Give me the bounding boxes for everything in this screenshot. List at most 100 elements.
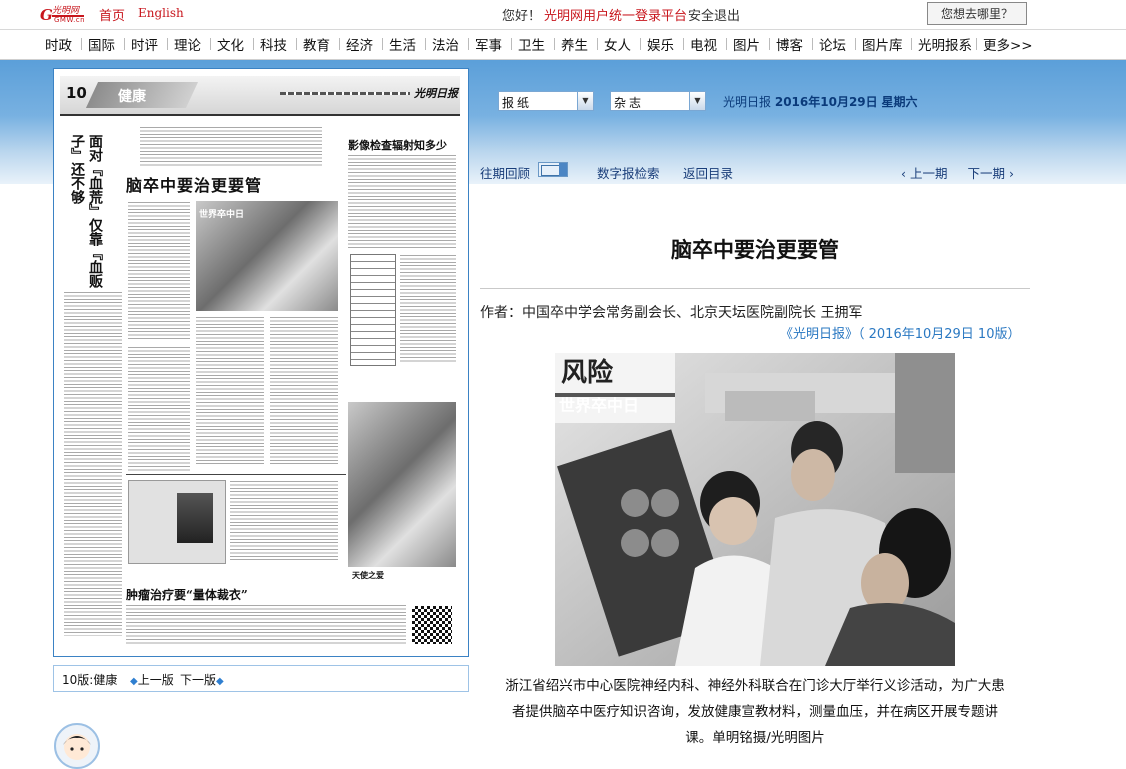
channel-13[interactable]: 女人 (604, 34, 631, 54)
side-column-text (64, 291, 122, 636)
channel-3[interactable]: 理论 (174, 34, 201, 54)
newspaper-page-image[interactable]: 10 健康 光明日报 面对『血荒』仅靠『血贩子』还不够 脑卒中要治更要管 世界卒… (60, 76, 460, 650)
channel-1[interactable]: 国际 (88, 34, 115, 54)
channel-separator (382, 38, 383, 50)
channel-18[interactable]: 论坛 (819, 34, 846, 54)
right-headline: 影像检查辐射知多少 (348, 139, 447, 152)
dropdown-arrow-icon (559, 163, 567, 176)
channel-15[interactable]: 电视 (690, 34, 717, 54)
channel-separator (640, 38, 641, 50)
channel-separator (597, 38, 598, 50)
article-author: 作者：中国卒中学会常务副会长、北京天坛医院副院长 王拥军 (480, 305, 863, 321)
logout-link[interactable]: 安全退出 (688, 5, 740, 24)
portrait-photo (177, 493, 213, 543)
channel-separator (210, 38, 211, 50)
channel-7[interactable]: 经济 (346, 34, 373, 54)
channel-separator (167, 38, 168, 50)
main-text-col3 (196, 316, 264, 466)
main-text-col1 (128, 201, 190, 341)
channel-separator (769, 38, 770, 50)
next-page-label: 下一版 (180, 673, 217, 687)
photo-banner-1: 风险 (561, 357, 614, 388)
channel-separator (296, 38, 297, 50)
channel-16[interactable]: 图片 (733, 34, 760, 54)
lower-text (230, 480, 338, 562)
header-rule (60, 114, 460, 116)
chevron-left-icon: ‹ (901, 166, 910, 181)
nurse-photo-thumb (348, 402, 456, 567)
magazine-select-value: 杂志 (614, 96, 645, 110)
avatar-icon[interactable] (54, 723, 100, 769)
english-link[interactable]: English (138, 6, 184, 20)
channel-6[interactable]: 教育 (303, 34, 330, 54)
channel-separator (253, 38, 254, 50)
channel-21[interactable]: 更多>> (983, 34, 1033, 54)
channel-separator (683, 38, 684, 50)
arrow-right-icon: ◆ (216, 676, 224, 687)
right-text-top (348, 154, 456, 249)
where-to-go-button[interactable]: 您想去哪里？ (927, 2, 1027, 25)
channel-12[interactable]: 养生 (561, 34, 588, 54)
channel-0[interactable]: 时政 (45, 34, 72, 54)
back-to-index-link[interactable]: 返回目录 (683, 163, 733, 182)
page-number: 10 (66, 84, 87, 102)
right-text-mid (400, 254, 456, 364)
channel-separator (911, 38, 912, 50)
channel-8[interactable]: 生活 (389, 34, 416, 54)
calendar-square (541, 165, 561, 176)
bottom-text (126, 604, 406, 646)
calendar-icon[interactable] (538, 162, 568, 177)
article-photo: 风险 世界卒中日 (555, 353, 955, 666)
prev-page-link[interactable]: ◆上一版 (130, 671, 174, 688)
channel-4[interactable]: 文化 (217, 34, 244, 54)
article-source[interactable]: 《光明日报》（ 2016年10月29日 10版） (780, 323, 1020, 342)
chevron-down-icon: ▼ (577, 92, 593, 110)
login-link[interactable]: 光明网用户统一登录平台 (544, 5, 687, 24)
prev-page-label: 上一版 (137, 673, 174, 687)
newspaper-select[interactable]: 报纸 ▼ (498, 91, 594, 111)
channel-11[interactable]: 卫生 (518, 34, 545, 54)
masthead-logo: 光明日报 (414, 87, 458, 100)
channel-20[interactable]: 光明报系 (918, 34, 972, 54)
channel-19[interactable]: 图片库 (862, 34, 903, 54)
magazine-select[interactable]: 杂志 ▼ (610, 91, 706, 111)
digital-search-link[interactable]: 数字报检索 (597, 163, 660, 182)
channel-14[interactable]: 娱乐 (647, 34, 674, 54)
logo-g: G (40, 6, 53, 24)
channel-17[interactable]: 博客 (776, 34, 803, 54)
home-link[interactable]: 首页 (99, 5, 125, 24)
channel-separator (468, 38, 469, 50)
section-title: 健康 (118, 89, 146, 105)
issue-date: 2016年10月29日 (774, 95, 878, 109)
main-photo-thumb: 世界卒中日 (196, 201, 338, 311)
main-text-col4 (270, 316, 338, 466)
channel-separator (855, 38, 856, 50)
chevron-right-icon: › (1004, 166, 1014, 181)
channel-nav: 时政 国际 时评 理论 文化 科技 教育 经济 生活 法治 军事 卫生 养生 女人 娱乐 电视 图片 博客 论坛 图片… (0, 30, 1126, 60)
prev-issue-link[interactable]: 上一期 (910, 166, 948, 181)
main-text-col2 (128, 346, 190, 471)
channel-separator (124, 38, 125, 50)
issue-name: 光明日报 (723, 95, 772, 109)
channel-10[interactable]: 军事 (475, 34, 502, 54)
greeting-text: 您好！ (502, 9, 542, 24)
chevron-down-icon: ▼ (689, 92, 705, 110)
channel-9[interactable]: 法治 (432, 34, 459, 54)
past-review-link[interactable]: 往期回顾 (480, 163, 530, 182)
channel-separator (812, 38, 813, 50)
title-divider (480, 288, 1030, 289)
next-page-link[interactable]: 下一版◆ (180, 671, 224, 688)
issue-weekday: 星期六 (881, 95, 918, 109)
photo-banner-2: 世界卒中日 (559, 396, 639, 415)
channel-separator (339, 38, 340, 50)
page-label: 10版:健康 (62, 673, 118, 687)
channel-separator (511, 38, 512, 50)
newspaper-page-frame[interactable]: 10 健康 光明日报 面对『血荒』仅靠『血贩子』还不够 脑卒中要治更要管 世界卒… (53, 68, 469, 657)
qr-code (412, 606, 452, 644)
gmw-logo[interactable]: G 光明网 GMW.cn (40, 6, 86, 24)
channel-separator (976, 38, 977, 50)
channel-5[interactable]: 科技 (260, 34, 287, 54)
channel-2[interactable]: 时评 (131, 34, 158, 54)
top-utility-bar: G 光明网 GMW.cn 首页 English 您好！ 光明网用户统一登录平台 … (0, 0, 1126, 30)
next-issue-link[interactable]: 下一期 (967, 166, 1005, 181)
